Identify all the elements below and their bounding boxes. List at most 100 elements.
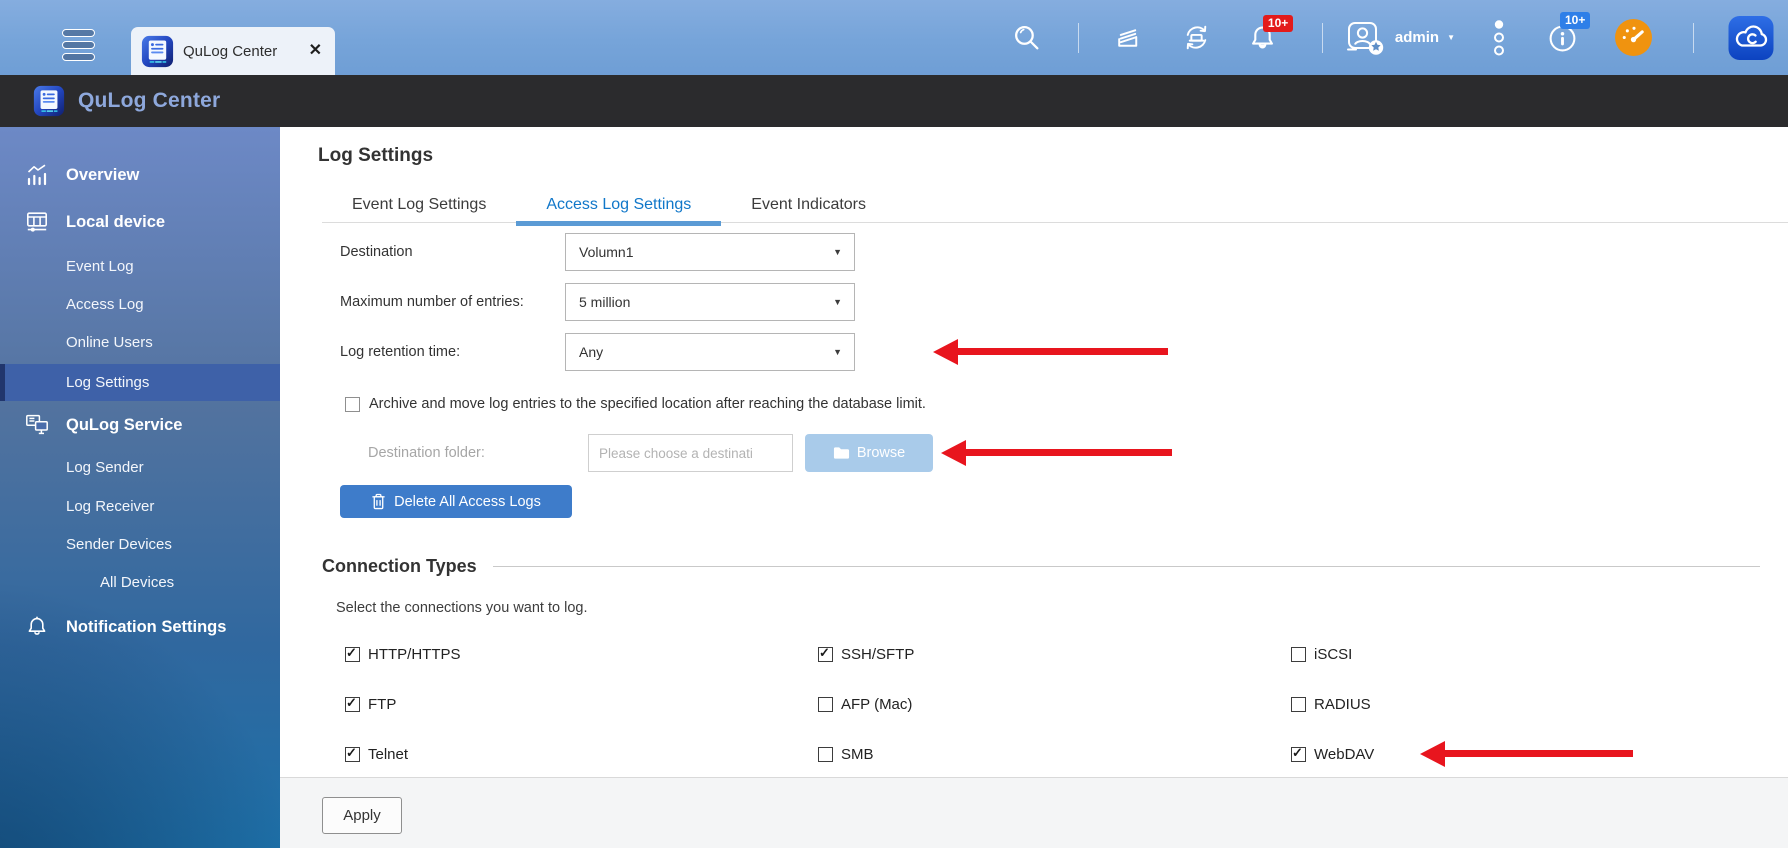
system-info-icon[interactable]: 10+ [1547,22,1578,53]
app-header: QuLog Center [0,75,1788,127]
qulog-service-icon [24,412,50,438]
local-device-icon [24,209,50,235]
check-icon: ✓ [1292,745,1303,761]
destination-folder-label: Destination folder: [368,445,485,461]
qulog-app-icon [141,35,174,68]
sidebar-label: Log Sender [66,451,144,485]
checkbox-icon[interactable]: ✓ [1291,647,1306,662]
user-avatar-icon [1343,16,1387,60]
app-tab-qulog-center[interactable]: QuLog Center ✕ [131,27,335,75]
destination-folder-input[interactable] [588,434,793,472]
retention-select[interactable]: Any ▼ [565,333,855,371]
myqnapcloud-icon[interactable] [1728,15,1774,61]
resource-monitor-gauge-icon[interactable] [1614,18,1653,57]
sidebar-item-log-receiver[interactable]: Log Receiver [0,490,280,524]
max-entries-label: Maximum number of entries: [340,294,524,310]
sidebar-nav: Overview Local device Event Log Access L… [0,127,280,848]
checkbox-icon[interactable]: ✓ [818,647,833,662]
section-divider [493,566,1760,567]
sidebar-item-overview[interactable]: Overview [0,155,280,195]
chevron-down-icon: ▼ [1447,33,1455,42]
more-options-kebab-icon[interactable] [1493,19,1505,56]
browse-button[interactable]: Browse [805,434,933,472]
sidebar-item-event-log[interactable]: Event Log [0,250,280,284]
sidebar-label: Notification Settings [66,607,226,647]
max-entries-value: 5 million [579,284,630,320]
notifications-bell-icon[interactable]: 10+ [1247,22,1278,53]
connection-checkbox-afp-mac[interactable]: ✓ AFP (Mac) [818,696,1291,713]
connection-label: WebDAV [1314,746,1374,763]
trash-icon [371,493,386,510]
check-icon: ✓ [346,645,357,661]
app-tab-label: QuLog Center [183,43,300,60]
connection-checkbox-ssh-sftp[interactable]: ✓ SSH/SFTP [818,646,1291,663]
overview-chart-icon [24,162,50,188]
close-tab-icon[interactable]: ✕ [309,43,322,59]
sidebar-label: Overview [66,155,139,195]
sidebar-item-sender-devices[interactable]: Sender Devices [0,528,280,562]
retention-label: Log retention time: [340,344,460,360]
connection-checkbox-http-https[interactable]: ✓ HTTP/HTTPS [345,646,818,663]
destination-value: Volumn1 [579,234,633,270]
sidebar-label: Online Users [66,326,153,360]
destination-select[interactable]: Volumn1 ▼ [565,233,855,271]
check-icon: ✓ [819,645,830,661]
device-sync-icon[interactable] [1180,21,1213,54]
connection-checkbox-webdav[interactable]: ✓ WebDAV [1291,746,1751,763]
search-icon[interactable] [1011,22,1042,53]
sidebar-item-access-log[interactable]: Access Log [0,288,280,322]
hamburger-bar [62,41,95,49]
checkbox-icon[interactable]: ✓ [345,697,360,712]
sidebar-item-log-settings[interactable]: Log Settings [0,364,280,401]
checkbox-icon[interactable]: ✓ [1291,747,1306,762]
qulog-app-logo [33,85,65,117]
qulog-center-window: QuLog Center ✕ [0,0,1788,848]
check-icon: ✓ [346,695,357,711]
connection-types-grid: ✓ HTTP/HTTPS ✓ SSH/SFTP ✓ iSCSI ✓ FTP ✓ … [345,629,1751,779]
sidebar-item-all-devices[interactable]: All Devices [0,566,280,600]
tab-event-indicators[interactable]: Event Indicators [721,188,896,222]
checkbox-icon[interactable]: ✓ [345,747,360,762]
user-name-label: admin [1395,29,1439,46]
connection-checkbox-ftp[interactable]: ✓ FTP [345,696,818,713]
user-menu[interactable]: admin ▼ [1343,16,1455,60]
tab-access-log-settings[interactable]: Access Log Settings [516,188,721,222]
checkbox-icon[interactable]: ✓ [818,747,833,762]
archive-checkbox[interactable]: ✓ [345,397,360,412]
main-menu-icon[interactable] [62,29,95,61]
connection-label: iSCSI [1314,646,1352,663]
checkbox-icon[interactable]: ✓ [1291,697,1306,712]
connection-checkbox-iscsi[interactable]: ✓ iSCSI [1291,646,1751,663]
apply-button[interactable]: Apply [322,797,402,834]
sidebar-label: Sender Devices [66,528,172,562]
main-content: Log Settings Event Log Settings Access L… [280,127,1788,777]
tab-event-log-settings[interactable]: Event Log Settings [322,188,516,222]
sidebar-item-log-sender[interactable]: Log Sender [0,451,280,485]
sidebar-item-notification-settings[interactable]: Notification Settings [0,607,280,647]
delete-all-access-logs-button[interactable]: Delete All Access Logs [340,485,572,518]
topbar-icon-tray: 10+ admin ▼ [1011,0,1774,75]
connection-checkbox-smb[interactable]: ✓ SMB [818,746,1291,763]
connection-checkbox-telnet[interactable]: ✓ Telnet [345,746,818,763]
sidebar-item-local-device[interactable]: Local device [0,202,280,242]
content-footer: Apply [280,777,1788,848]
connection-label: Telnet [368,746,408,763]
sidebar-item-online-users[interactable]: Online Users [0,326,280,360]
divider [1322,23,1323,53]
max-entries-select[interactable]: 5 million ▼ [565,283,855,321]
hamburger-bar [62,29,95,37]
page-title: Log Settings [318,145,433,167]
delete-button-label: Delete All Access Logs [394,494,541,510]
connection-label: SMB [841,746,874,763]
background-tasks-icon[interactable] [1113,22,1144,53]
checkbox-icon[interactable]: ✓ [818,697,833,712]
destination-label: Destination [340,244,413,260]
bell-icon [24,614,50,640]
checkbox-icon[interactable]: ✓ [345,647,360,662]
sidebar-item-qulog-service[interactable]: QuLog Service [0,405,280,445]
sidebar-label: Access Log [66,288,144,322]
connection-checkbox-radius[interactable]: ✓ RADIUS [1291,696,1751,713]
connection-label: AFP (Mac) [841,696,912,713]
connection-label: RADIUS [1314,696,1371,713]
connection-types-header: Connection Types [322,556,1760,577]
